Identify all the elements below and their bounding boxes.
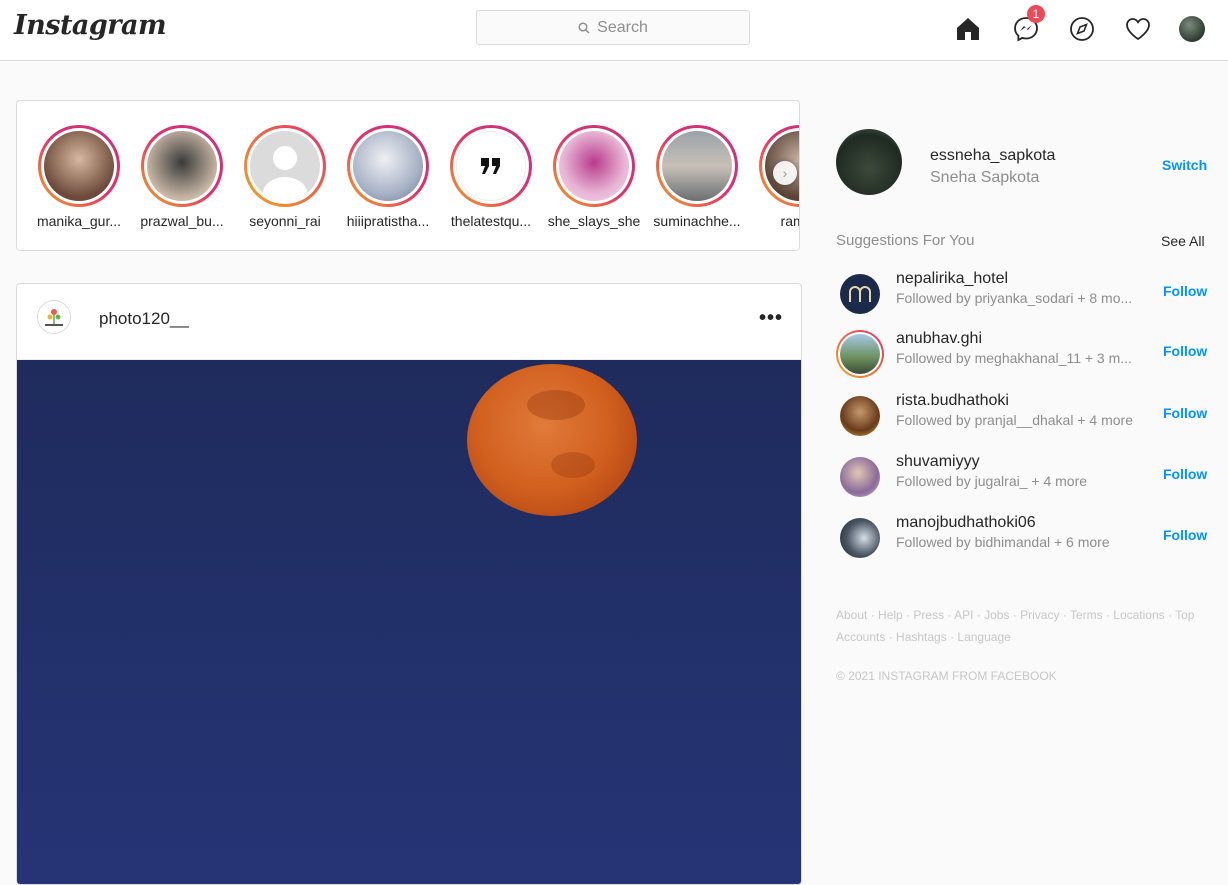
search-bar[interactable]: Search bbox=[476, 10, 750, 45]
footer-link-privacy[interactable]: Privacy bbox=[1020, 608, 1059, 622]
stories-tray: manika_gur... prazwal_bu... seyonni_rai … bbox=[16, 100, 800, 251]
suggestion-item: rista.budhathoki Followed by pranjal__dh… bbox=[836, 392, 1212, 440]
story-item[interactable]: seyonni_rai bbox=[235, 125, 335, 229]
footer-link-language[interactable]: Language bbox=[957, 630, 1010, 644]
follow-button[interactable]: Follow bbox=[1163, 405, 1207, 421]
footer-links: About · Help · Press · API · Jobs · Priv… bbox=[836, 608, 1195, 644]
more-options-icon[interactable]: ••• bbox=[759, 307, 783, 330]
moon-image bbox=[467, 364, 637, 516]
feed-post: photo120__ ••• bbox=[16, 283, 802, 885]
messenger-badge: 1 bbox=[1027, 5, 1045, 23]
home-icon[interactable] bbox=[952, 12, 984, 46]
messenger-icon[interactable]: 1 bbox=[1010, 5, 1045, 46]
story-username: manika_gur... bbox=[36, 213, 122, 229]
profile-full-name: Sneha Sapkota bbox=[930, 169, 1040, 186]
footer-link-about[interactable]: About bbox=[836, 608, 867, 622]
story-item[interactable]: she_slays_she bbox=[544, 125, 644, 229]
footer-link-api[interactable]: API bbox=[954, 608, 973, 622]
suggestion-item: shuvamiyyy Followed by jugalrai_ + 4 mor… bbox=[836, 453, 1212, 501]
story-avatar bbox=[353, 131, 423, 201]
post-username[interactable]: photo120__ bbox=[99, 309, 189, 329]
story-item[interactable]: suminachhe... bbox=[647, 125, 747, 229]
story-username: seyonni_rai bbox=[249, 213, 321, 229]
footer-link-jobs[interactable]: Jobs bbox=[984, 608, 1009, 622]
story-item[interactable]: prazwal_bu... bbox=[132, 125, 232, 229]
profile-avatar-nav[interactable] bbox=[1176, 12, 1208, 46]
explore-icon[interactable] bbox=[1066, 12, 1098, 46]
instagram-logo[interactable]: Instagram bbox=[14, 10, 167, 41]
footer-link-hashtags[interactable]: Hashtags bbox=[896, 630, 947, 644]
story-username: hiiipratistha... bbox=[346, 213, 430, 229]
story-avatar bbox=[662, 131, 732, 201]
post-avatar[interactable] bbox=[37, 300, 71, 334]
footer-link-locations[interactable]: Locations bbox=[1113, 608, 1164, 622]
story-avatar bbox=[559, 131, 629, 201]
story-avatar bbox=[44, 131, 114, 201]
post-header: photo120__ ••• bbox=[17, 284, 801, 360]
footer-link-help[interactable]: Help bbox=[878, 608, 903, 622]
story-username: suminachhe... bbox=[653, 213, 741, 229]
suggestion-username[interactable]: shuvamiyyy bbox=[896, 453, 980, 471]
story-username: prazwal_bu... bbox=[140, 213, 224, 229]
follow-button[interactable]: Follow bbox=[1163, 283, 1207, 299]
suggestion-followed-by: Followed by priyanka_sodari + 8 mo... bbox=[896, 290, 1133, 306]
stories-next-button[interactable]: › bbox=[773, 161, 797, 185]
post-image[interactable] bbox=[17, 360, 801, 884]
suggestion-username[interactable]: rista.budhathoki bbox=[896, 392, 1009, 410]
avatar bbox=[1179, 16, 1205, 42]
follow-button[interactable]: Follow bbox=[1163, 527, 1207, 543]
follow-button[interactable]: Follow bbox=[1163, 343, 1207, 359]
suggestion-username[interactable]: anubhav.ghi bbox=[896, 330, 982, 348]
footer-link-press[interactable]: Press bbox=[913, 608, 944, 622]
suggestion-username[interactable]: manojbudhathoki06 bbox=[896, 514, 1036, 532]
chevron-right-icon: › bbox=[782, 165, 788, 181]
copyright-text: © 2021 INSTAGRAM FROM FACEBOOK bbox=[836, 669, 1057, 683]
see-all-link[interactable]: See All bbox=[1161, 233, 1205, 249]
profile-username[interactable]: essneha_sapkota bbox=[930, 147, 1055, 165]
switch-button[interactable]: Switch bbox=[1162, 157, 1207, 173]
suggestion-item: anubhav.ghi Followed by meghakhanal_11 +… bbox=[836, 330, 1212, 378]
story-username: she_slays_she bbox=[547, 213, 641, 229]
story-item[interactable]: hiiipratistha... bbox=[338, 125, 438, 229]
story-avatar bbox=[456, 131, 526, 201]
suggestion-avatar[interactable] bbox=[840, 457, 880, 497]
search-placeholder: Search bbox=[597, 18, 648, 36]
suggestion-followed-by: Followed by pranjal__dhakal + 4 more bbox=[896, 412, 1133, 428]
suggestion-followed-by: Followed by jugalrai_ + 4 more bbox=[896, 473, 1088, 489]
suggestion-item: manojbudhathoki06 Followed by bidhimanda… bbox=[836, 514, 1212, 562]
suggestion-followed-by: Followed by bidhimandal + 6 more bbox=[896, 534, 1110, 550]
flower-icon bbox=[45, 309, 63, 326]
story-item[interactable]: thelatestqu... bbox=[441, 125, 541, 229]
suggestion-avatar[interactable] bbox=[840, 274, 880, 314]
story-avatar bbox=[147, 131, 217, 201]
hotel-logo-icon bbox=[849, 286, 871, 302]
suggestion-avatar[interactable] bbox=[840, 396, 880, 436]
quote-icon bbox=[481, 158, 500, 174]
search-icon bbox=[578, 21, 590, 34]
suggestion-avatar[interactable] bbox=[840, 518, 880, 558]
profile-avatar[interactable] bbox=[836, 129, 902, 195]
story-username: thelatestqu... bbox=[450, 213, 532, 229]
suggestion-avatar[interactable] bbox=[840, 334, 880, 374]
footer-link-terms[interactable]: Terms bbox=[1070, 608, 1103, 622]
follow-button[interactable]: Follow bbox=[1163, 466, 1207, 482]
top-navbar: Instagram Search 1 bbox=[0, 0, 1228, 61]
suggestion-followed-by: Followed by meghakhanal_11 + 3 m... bbox=[896, 350, 1132, 366]
suggestion-username[interactable]: nepalirika_hotel bbox=[896, 270, 1008, 288]
story-item[interactable]: manika_gur... bbox=[29, 125, 129, 229]
story-avatar bbox=[250, 131, 320, 201]
story-username: ramita bbox=[780, 213, 799, 229]
heart-icon[interactable] bbox=[1122, 12, 1154, 46]
suggestion-item: nepalirika_hotel Followed by priyanka_so… bbox=[836, 270, 1212, 318]
suggestions-title: Suggestions For You bbox=[836, 232, 975, 249]
